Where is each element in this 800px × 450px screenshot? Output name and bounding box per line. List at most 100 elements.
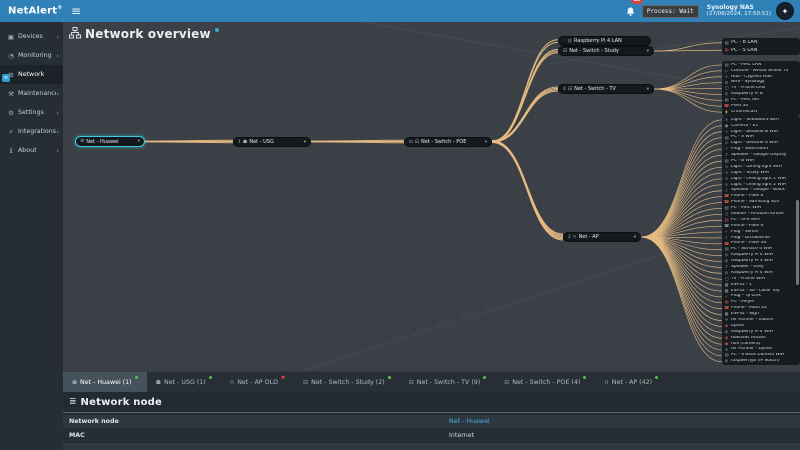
device-icon: ◎ xyxy=(724,253,729,257)
device-icon: ☎ xyxy=(724,194,729,198)
device-label: Plug - Dishwasher xyxy=(731,236,770,240)
device-label: PC - Surface 4 WiFi xyxy=(731,247,772,251)
device-tab[interactable]: ∩ Net - AP OLD xyxy=(221,372,294,392)
device-tab[interactable]: ∩ Net - AP (42) xyxy=(595,372,667,392)
device-label: Light - bedside S WiFi xyxy=(731,141,778,145)
device-icon: ☉ xyxy=(724,118,729,122)
node-net-switch-study[interactable]: ⊟ Net - Switch - Study ▾ xyxy=(558,46,654,56)
device-label: Speaker - Google - Black xyxy=(731,188,785,192)
sidebar-item-icon: ⚙ xyxy=(7,109,15,117)
property-value[interactable]: Net - Huawei xyxy=(449,418,490,425)
sidebar-item[interactable]: ⚡ Integrations ‹ xyxy=(0,122,63,141)
tab-icon: ⊟ xyxy=(504,379,509,386)
device-icon: ▤ xyxy=(724,218,729,222)
device-label: Light - ceiling light 2 WiFi xyxy=(731,183,786,187)
node-net-usg[interactable]: 1 ☗ Net - USG ▾ xyxy=(233,137,311,147)
topology-wires xyxy=(63,22,800,371)
switch-icon: ⊟ xyxy=(568,87,572,92)
node-net-ap[interactable]: 2 ∩ Net - AP ▾ xyxy=(563,232,641,242)
sidebar-item[interactable]: ⚙ Settings ‹ xyxy=(0,103,63,122)
device-icon: ◉ xyxy=(724,342,729,346)
server-icon: ≣ xyxy=(69,397,77,407)
device-label: Chromecast xyxy=(731,110,757,114)
device-icon: ◎ xyxy=(724,359,729,363)
avatar[interactable]: ✦ xyxy=(776,2,794,20)
device-icon: ☉ xyxy=(724,177,729,181)
device-tab[interactable]: ☗ Net - USG (1) xyxy=(147,372,221,392)
chevron-down-icon[interactable]: ▾ xyxy=(647,49,649,54)
sidebar-item[interactable]: ⚒ Maintenance ‹ xyxy=(0,84,63,103)
device-label: Raspberry Pi 4 WiFi xyxy=(731,330,773,334)
network-canvas[interactable]: Network overview ⊕ Net - Huawei ▾ 1 ☗ Ne… xyxy=(63,22,800,371)
tab-icon: ∩ xyxy=(604,379,608,386)
sidebar: ▣ Devices ‹ ◔ Monitoring ‹ ⊞ Network ‹ ⚒… xyxy=(0,22,63,450)
notifications-button[interactable]: 15 xyxy=(626,2,635,21)
device-icon: ▤ xyxy=(724,353,729,357)
device-label: PC - MAC WiFi xyxy=(731,206,761,210)
device-icon: ▤ xyxy=(724,159,729,163)
node-tabbar: ⊕ Net - Huawei (1) ☗ Net - USG (1) ∩ Net… xyxy=(63,371,800,392)
device-icon: ▤ xyxy=(724,247,729,251)
device-icon: ☉ xyxy=(724,130,729,134)
node-net-switch-tv[interactable]: 4 ⊟ Net - Switch - TV ▾ xyxy=(558,84,654,94)
device-label: PC - Meyer xyxy=(731,300,755,304)
device-label: Phone - Pixel 6 xyxy=(731,224,763,228)
device-leaf[interactable]: ▤ PC - B LAN xyxy=(724,39,798,47)
device-leaf[interactable]: ◎ raspberrypi (IP watch) xyxy=(724,359,798,365)
device-leaf[interactable]: ▤ PC - S LAN xyxy=(724,47,798,55)
device-label: Phone - Samsung S20 xyxy=(731,200,779,204)
device-label: Light - Study WiFi xyxy=(731,171,769,175)
sidebar-item[interactable]: ▣ Devices ‹ xyxy=(0,27,63,46)
device-icon: ▤ xyxy=(724,48,729,52)
tab-label: Net - Switch - TV (9) xyxy=(417,379,481,386)
sidebar-item[interactable]: ℹ About ‹ xyxy=(0,141,63,160)
device-tab[interactable]: ⊟ Net - Switch - Study (2) xyxy=(294,372,400,392)
node-net-switch-poe[interactable]: ⊡ ⊟ Net - Switch - POE ▾ xyxy=(404,137,492,147)
brand-logo: NetAlert® xyxy=(0,5,63,16)
device-icon: ♪ xyxy=(724,189,729,193)
chevron-down-icon[interactable]: ▾ xyxy=(304,140,306,145)
tab-label: Net - Switch - POE (4) xyxy=(512,379,580,386)
device-tab[interactable]: ⊟ Net - Switch - POE (4) xyxy=(495,372,595,392)
device-label: TV - Frame WiFi xyxy=(731,277,765,281)
device-label: Air Purifier - Dyson xyxy=(731,347,772,351)
sidebar-item-label: Integrations xyxy=(18,128,56,135)
device-icon: ▤ xyxy=(724,41,729,45)
sidebar-item-label: Network xyxy=(18,71,59,78)
sidebar-item[interactable]: ◔ Monitoring ‹ xyxy=(0,46,63,65)
property-value[interactable]: Internet xyxy=(449,432,474,439)
device-label: Speaker - Grey xyxy=(731,265,764,269)
menu-icon[interactable]: ≡ xyxy=(71,4,81,18)
tab-icon: ⊟ xyxy=(409,379,414,386)
node-raspberry-pi-4-lan[interactable]: ◦ ◎ Raspberry Pi 4 LAN xyxy=(558,36,651,46)
device-tab[interactable]: ⊕ Net - Huawei (1) xyxy=(63,372,147,392)
status-badge xyxy=(583,376,586,379)
raspberry-icon: ◎ xyxy=(568,39,572,44)
device-icon: ▢ xyxy=(724,86,729,90)
node-net-huawei[interactable]: ⊕ Net - Huawei ▾ xyxy=(75,136,145,147)
device-label: Light - bedside B WiFi xyxy=(731,130,778,134)
chevron-down-icon[interactable]: ▾ xyxy=(634,235,636,240)
device-label: ESP32 - Sign xyxy=(731,312,759,316)
chevron-down-icon[interactable]: ▾ xyxy=(138,139,140,144)
canvas-scrollbar[interactable] xyxy=(796,200,799,285)
status-badge xyxy=(483,376,486,379)
sidebar-item-icon: ⚒ xyxy=(7,90,15,98)
device-label: PC - XPS WiFi xyxy=(731,218,760,222)
device-icon: ▦ xyxy=(724,289,729,293)
globe-icon: ⊕ xyxy=(80,139,84,144)
chevron-down-icon[interactable]: ▾ xyxy=(647,87,649,92)
device-label: RoboVac Rocket xyxy=(731,336,766,340)
device-label: Light - ceiling light 1 WiFi xyxy=(731,177,786,181)
device-leaf[interactable]: ◗ Chromecast xyxy=(724,109,798,115)
device-tab[interactable]: ⊟ Net - Switch - TV (9) xyxy=(400,372,496,392)
status-badge xyxy=(655,376,658,379)
device-icon: ▢ xyxy=(724,277,729,281)
chevron-down-icon[interactable]: ▾ xyxy=(485,140,487,145)
sidebar-collapse-handle[interactable]: ≡ xyxy=(2,74,10,82)
page-title: Network overview xyxy=(85,27,211,41)
device-icon: ▤ xyxy=(724,98,729,102)
title-info-badge[interactable] xyxy=(215,28,219,32)
device-leaf[interactable]: ▷ Console - Nvidia Shield TV xyxy=(724,68,798,74)
tab-label: Net - AP (42) xyxy=(612,379,652,386)
